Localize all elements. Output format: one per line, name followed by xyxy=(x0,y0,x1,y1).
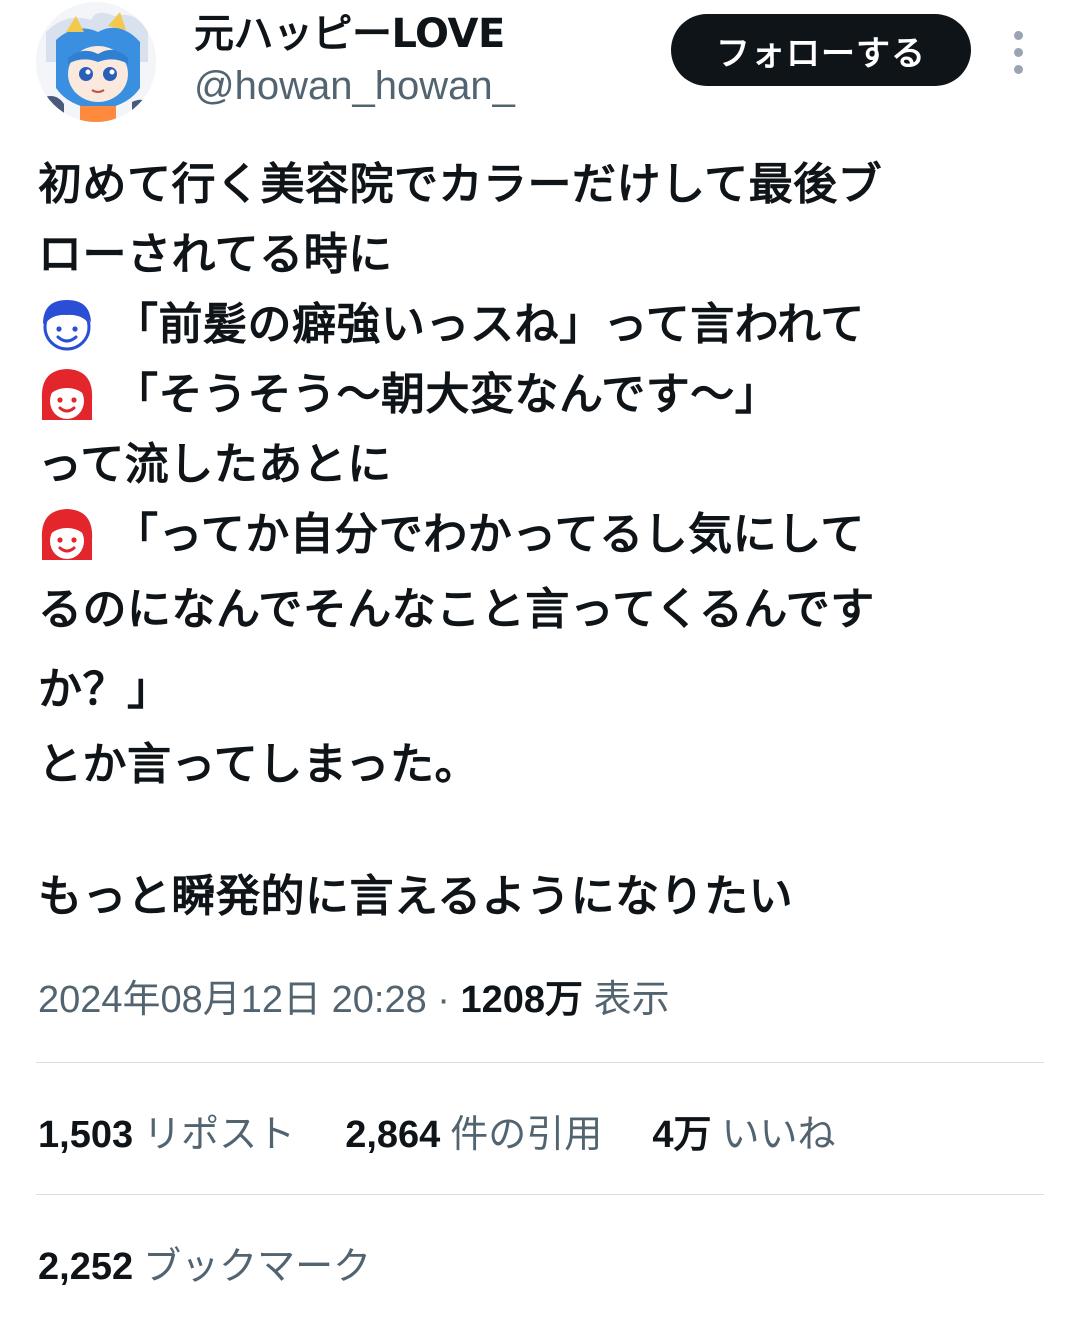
man-face-icon xyxy=(43,300,91,351)
more-dot xyxy=(1013,30,1023,40)
woman-face-icon xyxy=(41,369,93,420)
bookmarks-label: ブックマーク xyxy=(143,1244,372,1288)
likes-label: いいね xyxy=(721,1112,836,1156)
bookmark-stats: 2,252 ブックマーク xyxy=(38,1238,409,1295)
quotes-count: 2,864 xyxy=(345,1114,441,1156)
reposts-label: リポスト xyxy=(143,1112,296,1156)
likes-stat[interactable]: 4万 いいね xyxy=(652,1106,835,1163)
bookmarks-stat[interactable]: 2,252 ブックマーク xyxy=(38,1238,371,1295)
divider xyxy=(36,1062,1044,1063)
avatar[interactable] xyxy=(36,2,156,122)
tweet-line: とか言ってしまった。 xyxy=(38,739,480,790)
tweet-text: 初めて行く美容院でカラーだけして最後ブ ローされてる時に 「前髪の癖強いっスね」… xyxy=(38,150,1048,932)
more-dot xyxy=(1013,47,1023,57)
reposts-count: 1,503 xyxy=(38,1114,134,1156)
reposts-stat[interactable]: 1,503 リポスト xyxy=(38,1106,295,1163)
tweet-line: ローされてる時に xyxy=(38,229,393,280)
tweet-line-with-emoji: 「ってか自分でわかってるし気にして xyxy=(38,500,1048,570)
woman-face-icon xyxy=(41,509,93,560)
bookmarks-count: 2,252 xyxy=(38,1246,134,1288)
avatar-illustration xyxy=(36,2,156,122)
more-dot xyxy=(1013,64,1023,74)
follow-button[interactable]: フォローする xyxy=(671,14,971,86)
engagement-stats: 1,503 リポスト 2,864 件の引用 4万 いいね xyxy=(38,1106,874,1163)
tweet-line: るのになんでそんなこと言ってくるんです xyxy=(38,584,875,635)
tweet-line-with-emoji: 「前髪の癖強いっスね」って言われて xyxy=(38,290,1048,360)
more-vertical-icon[interactable] xyxy=(996,24,1040,80)
tweet-timestamp[interactable]: 2024年08月12日 20:28 · xyxy=(38,979,461,1021)
divider xyxy=(36,1194,1044,1195)
display-name[interactable]: 元ハッピーLOVE xyxy=(194,8,515,60)
tweet-meta: 2024年08月12日 20:28 · 1208万 表示 xyxy=(38,972,670,1028)
tweet-line-text: 「ってか自分でわかってるし気にして xyxy=(114,509,865,560)
tweet-line-text: 「前髪の癖強いっスね」って言われて xyxy=(114,299,865,350)
tweet-line-text: 「そうそう〜朝大変なんです〜」 xyxy=(114,369,780,420)
tweet-line: って流したあとに xyxy=(38,439,392,490)
tweet-line: もっと瞬発的に言えるようになりたい xyxy=(38,871,794,922)
quotes-label: 件の引用 xyxy=(450,1112,603,1156)
likes-count: 4万 xyxy=(652,1114,712,1156)
views-count: 1208万 xyxy=(460,979,584,1021)
quotes-stat[interactable]: 2,864 件の引用 xyxy=(345,1106,602,1163)
tweet-line: か？」 xyxy=(38,664,172,715)
user-handle[interactable]: @howan_howan_ xyxy=(194,60,515,112)
tweet-line: 初めて行く美容院でカラーだけして最後ブ xyxy=(38,159,883,210)
tweet-line-with-emoji: 「そうそう〜朝大変なんです〜」 xyxy=(38,360,1048,430)
views-label: 表示 xyxy=(593,979,670,1021)
tweet-header: 元ハッピーLOVE @howan_howan_ フォローする xyxy=(36,0,1046,130)
author-names: 元ハッピーLOVE @howan_howan_ xyxy=(194,8,515,112)
